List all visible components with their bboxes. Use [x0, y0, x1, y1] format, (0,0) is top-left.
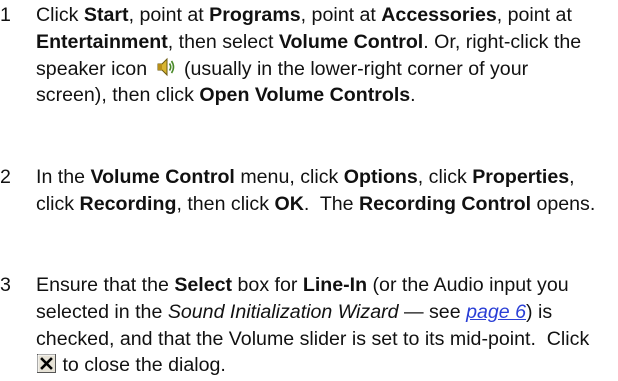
text-run: , point at	[496, 4, 572, 26]
bold-term-open-volume-controls: Open Volume Controls	[199, 84, 411, 107]
text-run: , click	[417, 166, 473, 188]
step-number: 2	[0, 166, 11, 188]
step-1: 1 Click Start, point at Programs, point …	[0, 2, 600, 109]
text-run: , point at	[128, 4, 210, 26]
text-run: to close the dialog.	[57, 354, 226, 377]
text-run: .	[410, 84, 416, 107]
bold-term-ok: OK	[274, 192, 304, 215]
bold-term-recording-control: Recording Control	[359, 192, 532, 215]
bold-term-select: Select	[174, 274, 233, 296]
step-text: Ensure that the Select box for Line-In (…	[36, 272, 600, 379]
step-number: 1	[0, 4, 11, 26]
bold-term-accessories: Accessories	[381, 4, 497, 26]
close-icon	[37, 354, 56, 374]
bold-term-entertainment: Entertainment	[36, 30, 168, 53]
text-run: Ensure that the	[36, 274, 175, 296]
bold-term-start: Start	[83, 4, 129, 26]
text-run: menu, click	[234, 166, 344, 188]
step-text: In the Volume Control menu, click Option…	[36, 164, 600, 218]
text-run: , then click	[176, 192, 275, 215]
bold-term-properties: Properties	[472, 166, 570, 188]
speaker-icon	[155, 56, 177, 78]
bold-term-recording: Recording	[79, 192, 177, 215]
page-link[interactable]: page 6	[466, 301, 526, 323]
step-text: Click Start, point at Programs, point at…	[36, 2, 600, 109]
text-run: . The	[303, 192, 360, 215]
bold-term-volume-control: Volume Control	[278, 30, 424, 53]
text-run: Click	[36, 4, 84, 26]
text-run: , then select	[167, 30, 279, 53]
text-run: — see	[398, 300, 467, 323]
bold-term-options: Options	[343, 166, 418, 188]
text-run: In the	[36, 166, 91, 188]
bold-term-programs: Programs	[209, 4, 301, 26]
italic-term-sound-initialization-wizard: Sound Initialization Wizard	[167, 300, 399, 323]
step-3: 3 Ensure that the Select box for Line-In…	[0, 272, 600, 379]
step-2: 2 In the Volume Control menu, click Opti…	[0, 164, 600, 218]
text-run: , point at	[300, 4, 382, 26]
bold-term-line-in: Line-In	[302, 274, 368, 296]
text-run: box for	[232, 274, 303, 296]
step-number: 3	[0, 274, 11, 296]
text-run: opens.	[531, 192, 596, 215]
bold-term-volume-control: Volume Control	[90, 166, 235, 188]
